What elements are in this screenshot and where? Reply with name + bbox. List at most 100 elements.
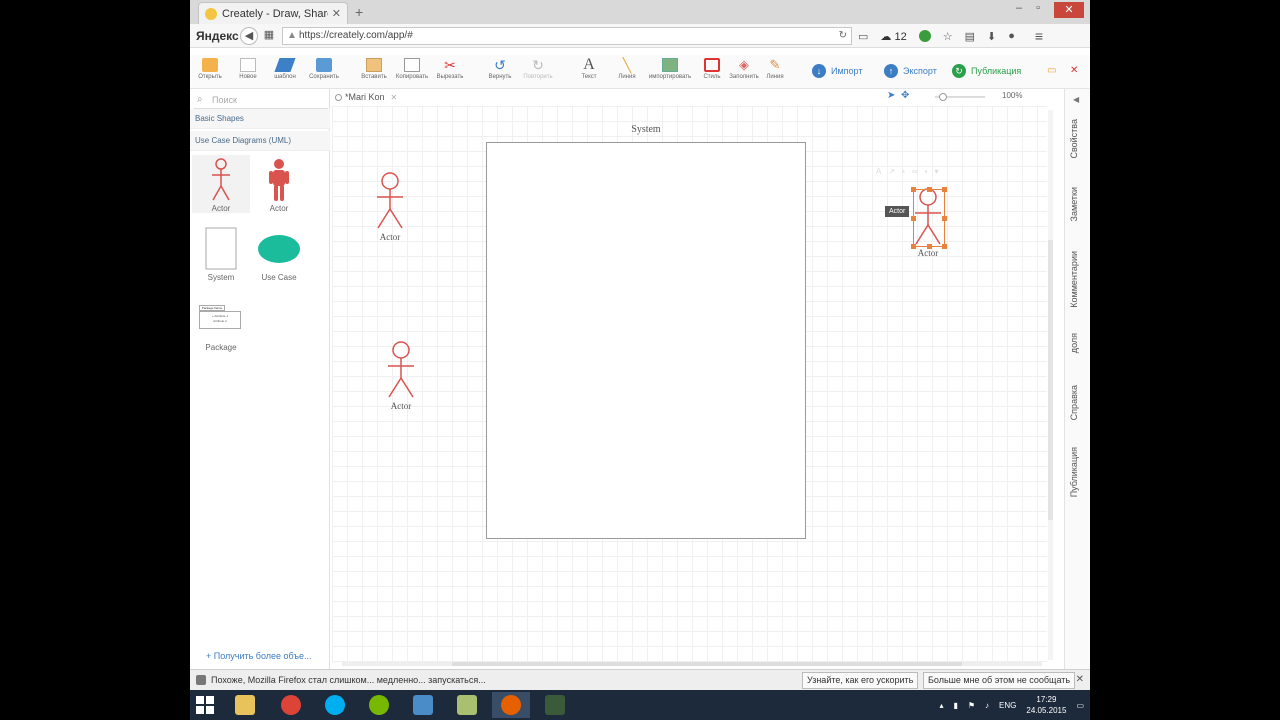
- minimize-button[interactable]: –: [1016, 2, 1022, 18]
- fullscreen-icon[interactable]: ▭: [1047, 65, 1056, 76]
- url-field[interactable]: ▲ https://creately.com/app/# ↻: [282, 27, 852, 45]
- new-button[interactable]: Новое: [228, 55, 268, 80]
- extension-icon[interactable]: [918, 30, 931, 42]
- section-basic-shapes[interactable]: Basic Shapes: [190, 109, 330, 129]
- undo-button[interactable]: ↺ Вернуть: [480, 55, 520, 80]
- sidebar-item-comments[interactable]: Комментарии: [1069, 251, 1079, 308]
- document-close-button[interactable]: ✕: [391, 93, 398, 102]
- reload-icon[interactable]: ↻: [839, 28, 847, 44]
- photo-viewer-taskbar-icon[interactable]: [404, 692, 442, 718]
- resize-handle[interactable]: [942, 216, 947, 221]
- actor-shape[interactable]: Actor: [360, 172, 420, 242]
- line-button[interactable]: ╲ Линия: [607, 55, 647, 80]
- actor-shape[interactable]: Actor: [371, 341, 431, 411]
- template-button[interactable]: шаблон: [265, 55, 305, 80]
- section-use-case-diagrams[interactable]: Use Case Diagrams (UML): [190, 131, 330, 151]
- selection-box[interactable]: [911, 187, 947, 249]
- utorrent-taskbar-icon[interactable]: [360, 692, 398, 718]
- firefox-taskbar-icon[interactable]: [492, 692, 530, 718]
- explorer-taskbar-icon[interactable]: [226, 692, 264, 718]
- sidebar-item-notes[interactable]: Заметки: [1069, 187, 1079, 221]
- paste-button[interactable]: Вставить: [354, 55, 394, 80]
- reading-list-icon[interactable]: ▤: [965, 30, 975, 43]
- resize-handle[interactable]: [911, 216, 916, 221]
- network-icon[interactable]: ▮: [953, 701, 957, 710]
- export-button[interactable]: ↑ Экспорт: [884, 64, 937, 78]
- notepad-taskbar-icon[interactable]: [448, 692, 486, 718]
- tabs-grid-icon[interactable]: ▦: [260, 27, 278, 45]
- text-button[interactable]: A Текст: [569, 55, 609, 81]
- flag-icon[interactable]: ⚑: [968, 701, 975, 710]
- shape-actor-outline[interactable]: Actor: [192, 155, 250, 213]
- cut-button[interactable]: ✂ Вырезать: [430, 55, 470, 80]
- redo-button[interactable]: ↻ Повторить: [518, 55, 558, 80]
- system-boundary[interactable]: [486, 142, 806, 539]
- resize-handle[interactable]: [942, 187, 947, 192]
- shape-search-input[interactable]: ⌕ Поиск: [194, 91, 328, 109]
- zoom-slider-handle[interactable]: [939, 93, 947, 101]
- quick-text-icon[interactable]: A: [876, 167, 881, 176]
- resize-handle[interactable]: [911, 244, 916, 249]
- quick-connector-icon[interactable]: ↗: [888, 167, 895, 176]
- shape-system[interactable]: System: [192, 227, 250, 282]
- chat-icon[interactable]: ●: [1008, 30, 1015, 42]
- vertical-scrollbar[interactable]: [1048, 110, 1053, 660]
- document-tab[interactable]: *Mari Kon ✕: [335, 90, 403, 104]
- yandex-logo[interactable]: Яндекс: [196, 29, 239, 43]
- language-indicator[interactable]: ENG: [999, 701, 1016, 710]
- notifications-icon[interactable]: ▭: [1076, 701, 1084, 710]
- publish-button[interactable]: ↻ Публикация: [952, 64, 1021, 78]
- import-image-button[interactable]: импортировать: [645, 55, 695, 80]
- import-button[interactable]: ↓ Импорт: [812, 64, 862, 78]
- sidebar-item-help[interactable]: Справка: [1069, 385, 1079, 420]
- recorder-taskbar-icon[interactable]: [536, 692, 574, 718]
- sidebar-item-share[interactable]: доля: [1069, 333, 1079, 353]
- quick-fill-icon[interactable]: ▪: [902, 167, 905, 176]
- bookmark-star-icon[interactable]: ☆: [943, 30, 953, 43]
- window-close-button[interactable]: ✕: [1054, 2, 1084, 18]
- shape-use-case[interactable]: Use Case: [250, 227, 308, 282]
- open-button[interactable]: Открыть: [190, 55, 230, 80]
- browser-tab[interactable]: Creately - Draw, Share, V... ✕: [198, 2, 348, 24]
- shape-package[interactable]: Package Name + Attribute 1 Attribute 2 P…: [192, 305, 250, 352]
- shape-actor-solid[interactable]: Actor: [250, 155, 308, 213]
- quick-more-icon[interactable]: ▾: [934, 167, 938, 176]
- resize-handle[interactable]: [942, 244, 947, 249]
- system-label[interactable]: System: [486, 124, 806, 135]
- horizontal-scroll-thumb[interactable]: [452, 662, 962, 666]
- volume-icon[interactable]: ♪: [985, 701, 989, 710]
- close-editor-icon[interactable]: ✕: [1070, 65, 1078, 76]
- back-button[interactable]: ◀: [240, 27, 258, 45]
- download-icon[interactable]: ⬇: [987, 30, 996, 43]
- resize-handle[interactable]: [911, 187, 916, 192]
- pan-tool-icon[interactable]: ✥: [901, 90, 909, 101]
- quick-link-icon[interactable]: ∞: [912, 167, 918, 176]
- vertical-scroll-thumb[interactable]: [1048, 240, 1053, 520]
- collapse-panel-icon[interactable]: ◀: [1073, 95, 1079, 104]
- new-tab-button[interactable]: +: [355, 4, 363, 20]
- quick-style-icon[interactable]: ▪: [925, 167, 928, 176]
- resize-handle[interactable]: [927, 187, 932, 192]
- chrome-taskbar-icon[interactable]: [272, 692, 310, 718]
- horizontal-scrollbar[interactable]: [342, 662, 1042, 666]
- dont-show-button[interactable]: Больше мне об этом не сообщать: [923, 672, 1076, 689]
- maximize-button[interactable]: ▫: [1036, 2, 1040, 18]
- menu-icon[interactable]: ≡: [1035, 28, 1043, 44]
- clock[interactable]: 17:29 24.05.2015: [1026, 694, 1066, 716]
- tab-close-button[interactable]: ✕: [332, 7, 341, 20]
- get-more-shapes-link[interactable]: + Получить более объе...: [206, 651, 312, 661]
- weather-widget[interactable]: ☁ 12: [880, 30, 906, 43]
- resize-handle[interactable]: [927, 244, 932, 249]
- save-button[interactable]: Сохранить: [304, 55, 344, 80]
- notification-close-button[interactable]: ✕: [1076, 674, 1084, 685]
- line-style-button[interactable]: ✎ Линия: [755, 55, 795, 81]
- sidebar-item-publish[interactable]: Публикация: [1069, 447, 1079, 497]
- copy-button[interactable]: Копировать: [392, 55, 432, 80]
- start-button[interactable]: [196, 696, 214, 714]
- pointer-tool-icon[interactable]: ➤: [887, 90, 895, 101]
- tray-expand-icon[interactable]: ▴: [939, 701, 943, 710]
- skype-taskbar-icon[interactable]: [316, 692, 354, 718]
- speed-up-button[interactable]: Узнайте, как его ускорить: [802, 672, 919, 689]
- sidebar-item-properties[interactable]: Свойства: [1069, 119, 1079, 159]
- downloads-folder-icon[interactable]: ▭: [858, 30, 868, 43]
